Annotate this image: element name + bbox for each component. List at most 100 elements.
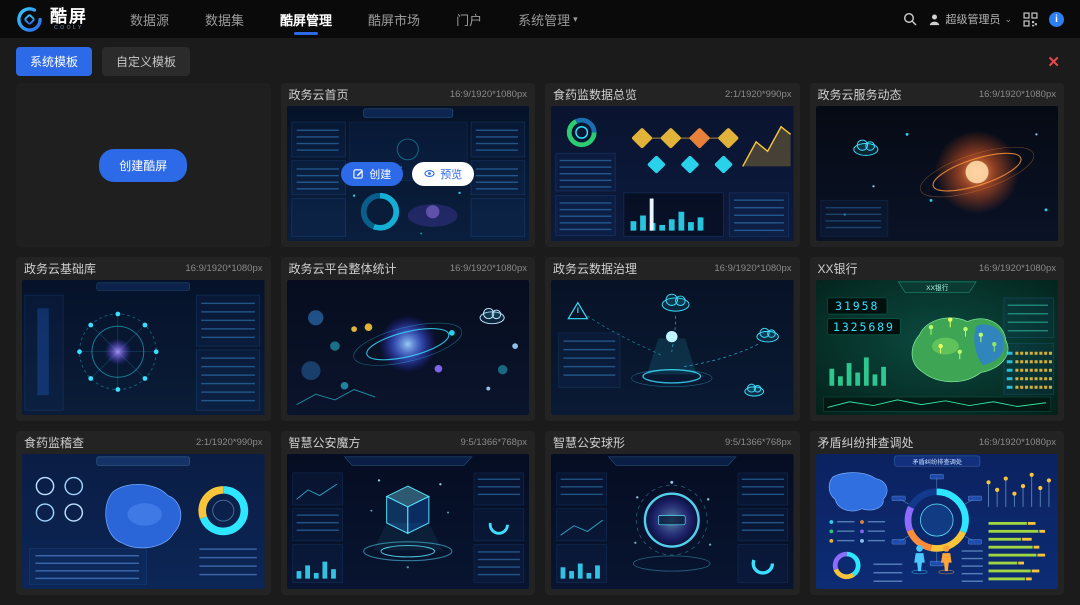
navbar-right: 超级管理员 ⌄ i bbox=[903, 11, 1064, 27]
nav-item-label: 酷屏管理 bbox=[280, 10, 332, 29]
card-preview-label: 预览 bbox=[440, 166, 462, 182]
card-thumbnail[interactable]: XX银行 31958 1325689 bbox=[816, 280, 1059, 415]
app-logo[interactable]: 酷屏 COOLY bbox=[16, 6, 88, 33]
create-screen-card[interactable]: 创建酷屏 bbox=[16, 83, 271, 247]
eye-icon bbox=[424, 168, 435, 179]
logo-icon bbox=[16, 6, 43, 33]
template-card-conflict[interactable]: 矛盾纠纷排查调处 16:9/1920*1080px 矛盾纠纷排查调处 bbox=[810, 431, 1065, 595]
template-card-platform-stats[interactable]: 政务云平台整体统计 16:9/1920*1080px bbox=[281, 257, 536, 421]
card-title: 政务云数据治理 bbox=[553, 260, 637, 277]
card-resolution: 2:1/1920*990px bbox=[196, 437, 263, 448]
card-title: 智慧公安魔方 bbox=[289, 434, 361, 451]
chevron-down-icon: ⌄ bbox=[1004, 14, 1012, 25]
card-thumbnail[interactable] bbox=[22, 454, 265, 589]
tab-system-template[interactable]: 系统模板 bbox=[16, 47, 92, 76]
card-resolution: 16:9/1920*1080px bbox=[979, 89, 1056, 100]
template-card-basic-lib[interactable]: 政务云基础库 16:9/1920*1080px bbox=[16, 257, 271, 421]
card-resolution: 16:9/1920*1080px bbox=[979, 437, 1056, 448]
nav-item-system-manage[interactable]: 系统管理▾ bbox=[518, 0, 578, 38]
card-title: 食药监稽查 bbox=[24, 434, 84, 451]
top-navbar: 酷屏 COOLY 数据源 数据集 酷屏管理 酷屏市场 门户 系统管理▾ 超级管理员 ⌄ bbox=[0, 0, 1080, 38]
food-overview-thumbnail-graphic bbox=[551, 106, 794, 241]
template-tabbar: 系统模板自定义模板 ✕ bbox=[0, 38, 1080, 83]
card-thumbnail[interactable] bbox=[287, 454, 530, 589]
card-header: 矛盾纠纷排查调处 16:9/1920*1080px bbox=[810, 431, 1065, 454]
card-resolution: 16:9/1920*1080px bbox=[450, 263, 527, 274]
user-icon bbox=[928, 13, 941, 26]
card-resolution: 16:9/1920*1080px bbox=[185, 263, 262, 274]
card-preview-button[interactable]: 预览 bbox=[412, 162, 474, 186]
template-card-service-dynamics[interactable]: 政务云服务动态 16:9/1920*1080px bbox=[810, 83, 1065, 247]
card-thumbnail[interactable] bbox=[22, 280, 265, 415]
card-thumbnail[interactable] bbox=[551, 106, 794, 241]
card-thumbnail[interactable] bbox=[551, 454, 794, 589]
data-governance-thumbnail-graphic bbox=[551, 280, 794, 415]
card-header: 食药监数据总览 2:1/1920*990px bbox=[545, 83, 800, 106]
card-title: XX银行 bbox=[818, 260, 858, 277]
template-card-food-inspection[interactable]: 食药监稽查 2:1/1920*990px bbox=[16, 431, 271, 595]
nav-item-label: 数据集 bbox=[205, 10, 244, 29]
template-card-police-sphere[interactable]: 智慧公安球形 9:5/1366*768px bbox=[545, 431, 800, 595]
card-title: 政务云服务动态 bbox=[818, 86, 902, 103]
svg-text:31958: 31958 bbox=[835, 299, 879, 313]
card-resolution: 2:1/1920*990px bbox=[725, 89, 792, 100]
template-card-gov-home[interactable]: 政务云首页 16:9/1920*1080px 创建 预览 bbox=[281, 83, 536, 247]
card-header: 政务云首页 16:9/1920*1080px bbox=[281, 83, 536, 106]
user-menu[interactable]: 超级管理员 ⌄ bbox=[928, 11, 1012, 27]
card-header: 智慧公安球形 9:5/1366*768px bbox=[545, 431, 800, 454]
card-header: 政务云服务动态 16:9/1920*1080px bbox=[810, 83, 1065, 106]
card-header: 政务云数据治理 16:9/1920*1080px bbox=[545, 257, 800, 280]
template-grid: 创建酷屏 政务云首页 16:9/1920*1080px 创建 预览 bbox=[0, 83, 1080, 604]
info-icon[interactable]: i bbox=[1049, 12, 1064, 27]
card-thumbnail[interactable] bbox=[816, 106, 1059, 241]
card-thumbnail[interactable] bbox=[287, 280, 530, 415]
card-header: XX银行 16:9/1920*1080px bbox=[810, 257, 1065, 280]
card-thumbnail[interactable]: 创建 预览 bbox=[287, 106, 530, 241]
card-create-button[interactable]: 创建 bbox=[341, 162, 403, 186]
edit-icon bbox=[353, 168, 364, 179]
template-card-data-governance[interactable]: 政务云数据治理 16:9/1920*1080px bbox=[545, 257, 800, 421]
template-card-police-cube[interactable]: 智慧公安魔方 9:5/1366*768px bbox=[281, 431, 536, 595]
nav-item-label: 系统管理 bbox=[518, 10, 570, 29]
nav-item-dataset[interactable]: 数据集 bbox=[205, 0, 244, 38]
nav-item-screen-market[interactable]: 酷屏市场 bbox=[368, 0, 420, 38]
service-dynamics-thumbnail-graphic bbox=[816, 106, 1059, 241]
tabs: 系统模板自定义模板 bbox=[16, 47, 190, 76]
nav-item-label: 门户 bbox=[456, 10, 482, 29]
nav-item-screen-manage[interactable]: 酷屏管理 bbox=[280, 0, 332, 38]
template-card-food-overview[interactable]: 食药监数据总览 2:1/1920*990px bbox=[545, 83, 800, 247]
close-icon[interactable]: ✕ bbox=[1043, 53, 1064, 71]
card-header: 政务云平台整体统计 16:9/1920*1080px bbox=[281, 257, 536, 280]
template-card-bank[interactable]: XX银行 16:9/1920*1080px XX银行 31958 1325689 bbox=[810, 257, 1065, 421]
conflict-thumbnail-graphic: 矛盾纠纷排查调处 bbox=[816, 454, 1059, 589]
card-create-label: 创建 bbox=[369, 166, 391, 182]
card-resolution: 9:5/1366*768px bbox=[460, 437, 527, 448]
card-header: 智慧公安魔方 9:5/1366*768px bbox=[281, 431, 536, 454]
nav-item-label: 数据源 bbox=[130, 10, 169, 29]
card-title: 政务云首页 bbox=[289, 86, 349, 103]
card-resolution: 16:9/1920*1080px bbox=[979, 263, 1056, 274]
svg-text:1325689: 1325689 bbox=[832, 320, 894, 334]
logo-subtitle: COOLY bbox=[50, 26, 88, 31]
card-header: 政务云基础库 16:9/1920*1080px bbox=[16, 257, 271, 280]
tab-custom-template[interactable]: 自定义模板 bbox=[102, 47, 190, 76]
police-sphere-thumbnail-graphic bbox=[551, 454, 794, 589]
qr-code-icon[interactable] bbox=[1023, 12, 1038, 27]
food-inspection-thumbnail-graphic bbox=[22, 454, 265, 589]
create-screen-button[interactable]: 创建酷屏 bbox=[99, 149, 187, 182]
nav-item-label: 酷屏市场 bbox=[368, 10, 420, 29]
nav-item-portal[interactable]: 门户 bbox=[456, 0, 482, 38]
card-header: 食药监稽查 2:1/1920*990px bbox=[16, 431, 271, 454]
card-title: 矛盾纠纷排查调处 bbox=[818, 434, 914, 451]
card-thumbnail[interactable]: 矛盾纠纷排查调处 bbox=[816, 454, 1059, 589]
card-thumbnail[interactable] bbox=[551, 280, 794, 415]
nav-item-datasource[interactable]: 数据源 bbox=[130, 0, 169, 38]
card-hover-actions: 创建 预览 bbox=[287, 106, 530, 241]
bank-thumbnail-graphic: XX银行 31958 1325689 bbox=[816, 280, 1059, 415]
card-resolution: 16:9/1920*1080px bbox=[714, 263, 791, 274]
search-icon[interactable] bbox=[903, 12, 917, 26]
card-title: 政务云基础库 bbox=[24, 260, 96, 277]
card-title: 政务云平台整体统计 bbox=[289, 260, 397, 277]
nav-menu: 数据源 数据集 酷屏管理 酷屏市场 门户 系统管理▾ bbox=[130, 0, 578, 38]
svg-text:矛盾纠纷排查调处: 矛盾纠纷排查调处 bbox=[912, 458, 962, 466]
